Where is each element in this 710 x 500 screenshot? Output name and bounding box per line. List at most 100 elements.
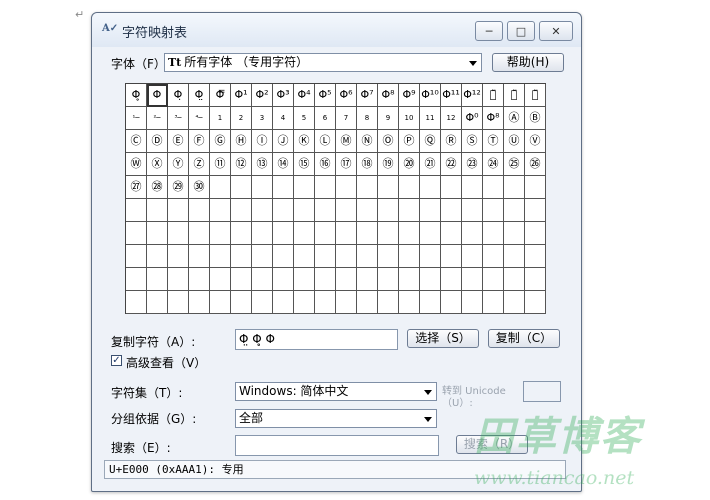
char-cell[interactable]: Φ³ xyxy=(273,84,294,107)
char-cell[interactable]: 3 xyxy=(252,107,273,130)
char-cell[interactable]: Ⓒ xyxy=(126,130,147,153)
char-cell[interactable] xyxy=(126,268,147,291)
char-cell[interactable] xyxy=(525,291,546,314)
char-cell[interactable] xyxy=(483,245,504,268)
char-cell[interactable]: Ⓕ xyxy=(189,130,210,153)
char-cell[interactable] xyxy=(378,176,399,199)
char-cell[interactable] xyxy=(273,268,294,291)
maximize-button[interactable]: □ xyxy=(507,21,535,41)
char-cell[interactable] xyxy=(525,245,546,268)
char-cell[interactable]: ㉙ xyxy=(168,176,189,199)
char-cell[interactable] xyxy=(210,291,231,314)
char-cell[interactable]: Ⓐ̃ xyxy=(483,84,504,107)
char-cell[interactable] xyxy=(462,291,483,314)
char-cell[interactable] xyxy=(189,268,210,291)
select-button[interactable]: 选择（S） xyxy=(407,329,479,348)
char-cell[interactable]: ⑯ xyxy=(315,153,336,176)
char-cell[interactable] xyxy=(525,199,546,222)
char-cell[interactable]: Ⓜ xyxy=(336,130,357,153)
char-cell[interactable] xyxy=(441,291,462,314)
char-cell[interactable] xyxy=(168,291,189,314)
char-cell[interactable] xyxy=(420,291,441,314)
char-cell[interactable] xyxy=(168,222,189,245)
char-cell[interactable] xyxy=(294,222,315,245)
char-cell[interactable] xyxy=(315,199,336,222)
char-cell[interactable]: Φ¹¹ xyxy=(441,84,462,107)
char-cell[interactable] xyxy=(462,268,483,291)
charset-select[interactable]: Windows: 简体中文 xyxy=(235,382,437,401)
char-cell[interactable] xyxy=(273,245,294,268)
char-cell[interactable] xyxy=(420,268,441,291)
char-cell[interactable]: Ⓢ xyxy=(462,130,483,153)
char-cell[interactable]: Ⓔ xyxy=(168,130,189,153)
font-select[interactable]: Tt 所有字体 （专用字符） xyxy=(164,53,482,72)
char-cell[interactable] xyxy=(483,222,504,245)
char-cell[interactable]: 10 xyxy=(399,107,420,130)
char-cell[interactable]: ㉑ xyxy=(420,153,441,176)
char-cell[interactable] xyxy=(294,291,315,314)
char-cell[interactable] xyxy=(210,268,231,291)
char-cell[interactable] xyxy=(357,291,378,314)
char-cell[interactable] xyxy=(252,199,273,222)
char-cell[interactable]: Ⓗ xyxy=(231,130,252,153)
char-cell[interactable] xyxy=(441,222,462,245)
char-cell[interactable]: Φ¹ xyxy=(231,84,252,107)
char-cell[interactable] xyxy=(399,245,420,268)
char-cell[interactable] xyxy=(294,268,315,291)
char-cell[interactable] xyxy=(483,199,504,222)
char-cell[interactable]: Ⓘ xyxy=(252,130,273,153)
char-cell[interactable]: Ⓦ xyxy=(126,153,147,176)
char-cell[interactable]: Φ⁵ xyxy=(315,84,336,107)
char-cell[interactable] xyxy=(231,268,252,291)
char-cell[interactable]: Ⓣ xyxy=(483,130,504,153)
char-cell[interactable]: Ⓧ xyxy=(147,153,168,176)
char-cell[interactable] xyxy=(273,222,294,245)
char-cell[interactable] xyxy=(483,291,504,314)
char-cell[interactable] xyxy=(252,176,273,199)
char-cell[interactable]: ㉗ xyxy=(126,176,147,199)
char-cell[interactable]: Ⓙ xyxy=(273,130,294,153)
char-cell[interactable]: Ⓥ xyxy=(525,130,546,153)
char-cell[interactable] xyxy=(378,268,399,291)
char-cell[interactable]: Ⓒ̃ xyxy=(525,84,546,107)
char-cell[interactable] xyxy=(462,222,483,245)
char-cell[interactable] xyxy=(168,245,189,268)
char-cell[interactable]: Ⓡ xyxy=(441,130,462,153)
char-cell[interactable]: Φ⁰ xyxy=(462,107,483,130)
char-cell[interactable] xyxy=(252,268,273,291)
char-cell[interactable]: Ⓞ xyxy=(378,130,399,153)
char-cell[interactable] xyxy=(273,199,294,222)
char-cell[interactable] xyxy=(399,222,420,245)
goto-unicode-input[interactable] xyxy=(523,381,561,402)
char-cell[interactable] xyxy=(315,268,336,291)
char-cell[interactable] xyxy=(504,291,525,314)
char-cell[interactable]: ⑱ xyxy=(357,153,378,176)
char-cell[interactable]: 6 xyxy=(315,107,336,130)
char-cell[interactable]: Ⓩ xyxy=(189,153,210,176)
char-cell[interactable] xyxy=(147,222,168,245)
char-cell[interactable]: ㉓ xyxy=(462,153,483,176)
char-cell[interactable]: 4 xyxy=(273,107,294,130)
char-cell[interactable] xyxy=(294,199,315,222)
char-cell[interactable]: Φ² xyxy=(252,84,273,107)
char-cell[interactable] xyxy=(399,268,420,291)
char-cell[interactable]: Ⓚ xyxy=(294,130,315,153)
help-button[interactable]: 帮助(H) xyxy=(492,53,564,72)
char-cell[interactable] xyxy=(315,222,336,245)
char-cell[interactable] xyxy=(462,199,483,222)
char-cell[interactable]: ⑫ xyxy=(231,153,252,176)
char-cell[interactable]: 7 xyxy=(336,107,357,130)
char-cell[interactable]: ⑳ xyxy=(399,153,420,176)
char-cell[interactable]: Ⓖ xyxy=(210,130,231,153)
char-cell[interactable] xyxy=(273,176,294,199)
char-cell[interactable] xyxy=(399,199,420,222)
char-cell[interactable] xyxy=(441,176,462,199)
char-cell[interactable] xyxy=(294,245,315,268)
char-cell[interactable] xyxy=(231,199,252,222)
char-cell[interactable] xyxy=(189,245,210,268)
char-cell[interactable]: ⑲ xyxy=(378,153,399,176)
char-cell[interactable] xyxy=(420,222,441,245)
char-cell[interactable] xyxy=(210,176,231,199)
char-cell[interactable] xyxy=(126,199,147,222)
char-cell[interactable] xyxy=(504,245,525,268)
